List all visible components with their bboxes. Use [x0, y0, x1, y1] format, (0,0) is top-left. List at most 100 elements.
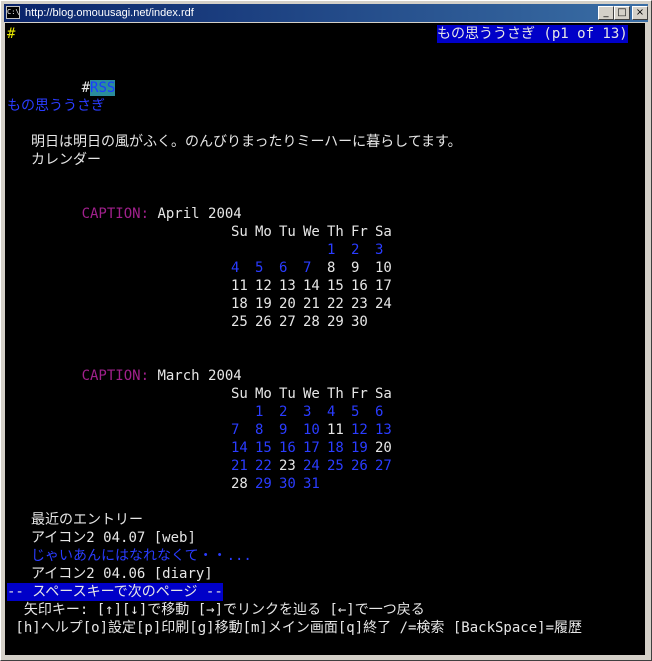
calendar-week-row: 11 12 13 14 15 16 17 [231, 277, 399, 295]
calendar-day-link[interactable]: 13 [375, 421, 399, 439]
weekday-label: We [303, 224, 320, 240]
calendar-day-link[interactable]: 9 [279, 421, 303, 439]
calendar-march: Su Mo Tu We Th Fr Sa 1 2 3 4 5 6 7 8 9 10 11 12 13 14 15 16 17… [231, 385, 399, 493]
calendar-empty-cell [303, 241, 327, 259]
calendar-day-link[interactable]: 4 [231, 259, 255, 277]
calendar-day: 13 [279, 278, 296, 294]
weekday-label: Tu [279, 224, 296, 240]
calendar-week-row: 25 26 27 28 29 30 [231, 313, 399, 331]
caption-label: CAPTION: [81, 206, 150, 222]
calendar-day-link[interactable]: 26 [351, 457, 375, 475]
calendar-week-row: 28 29 30 31 [231, 475, 399, 493]
rss-line: #RSS [31, 61, 116, 96]
calendar-day-link[interactable]: 24 [303, 457, 327, 475]
calendar-day: 27 [279, 314, 296, 330]
weekday-label: Su [231, 386, 248, 402]
calendar-day-link[interactable]: 12 [351, 421, 375, 439]
weekday-label: We [303, 386, 320, 402]
calendar-empty-cell [327, 475, 351, 493]
calendar-day-link[interactable]: 17 [303, 439, 327, 457]
calendar-week-row: 18 19 20 21 22 23 24 [231, 295, 399, 313]
weekday-label: Mo [255, 386, 272, 402]
weekday-label: Th [327, 224, 344, 240]
calendar-day-link[interactable]: 22 [255, 457, 279, 475]
calendar-day-link[interactable]: 5 [255, 259, 279, 277]
calendar-day-link[interactable]: 25 [327, 457, 351, 475]
calendar-week-row: 7 8 9 10 11 12 13 [231, 421, 399, 439]
calendar-day: 20 [375, 440, 392, 456]
calendar-day-link[interactable]: 3 [375, 241, 399, 259]
calendar-day-link[interactable]: 8 [255, 421, 279, 439]
weekday-label: Fr [351, 224, 368, 240]
calendar-day: 14 [303, 278, 320, 294]
calendar-day-link[interactable]: 10 [303, 421, 327, 439]
calendar-day-link[interactable]: 1 [255, 403, 279, 421]
weekday-label: Fr [351, 386, 368, 402]
calendar-day: 8 [327, 260, 336, 276]
calendar-week-row: 123456 [231, 403, 399, 421]
entry-item: アイコン2 04.07 [web] [31, 530, 196, 546]
entry-item: アイコン2 04.06 [diary] [31, 566, 213, 582]
header-mark: # [7, 26, 16, 42]
calendar-header-row: Su Mo Tu We Th Fr Sa [231, 385, 399, 403]
calendar-day: 17 [375, 278, 392, 294]
calendar-empty-cell [231, 403, 255, 421]
caption-label: CAPTION: [81, 368, 150, 384]
calendar-day-link[interactable]: 1 [327, 241, 351, 259]
calendar-day-link[interactable]: 16 [279, 439, 303, 457]
calendar-week-row: 123 [231, 241, 399, 259]
calendar-day-link[interactable]: 3 [303, 403, 327, 421]
calendar-day-link[interactable]: 21 [231, 457, 255, 475]
calendar-day: 16 [351, 278, 368, 294]
weekday-label: Tu [279, 386, 296, 402]
weekday-label: Su [231, 224, 248, 240]
calendar-empty-cell [351, 475, 375, 493]
calendar-day: 20 [279, 296, 296, 312]
calendar-day: 23 [279, 458, 296, 474]
calendar-day: 23 [351, 296, 368, 312]
calendar-day-link[interactable]: 2 [351, 241, 375, 259]
calendar-day-link[interactable]: 19 [351, 439, 375, 457]
calendar-day-link[interactable]: 6 [375, 403, 399, 421]
help-line-1: 矢印キー: [↑][↓]で移動 [→]でリンクを辿る [←]で一つ戻る [7, 602, 425, 618]
site-link[interactable]: もの思ううさぎ [7, 97, 105, 115]
calendar-day-link[interactable]: 15 [255, 439, 279, 457]
caption-month: April 2004 [157, 206, 242, 222]
console-icon[interactable]: C:\ [6, 6, 20, 19]
maximize-button[interactable]: □ [614, 6, 630, 20]
calendar-day-link[interactable]: 7 [231, 421, 255, 439]
intro-text: 明日は明日の風がふく。のんびりまったりミーハーに暮らしてます。 [31, 134, 462, 150]
calendar-week-row: 4 5 6 7 8 9 10 [231, 259, 399, 277]
calendar-day-link[interactable]: 27 [375, 457, 399, 475]
calendar-empty-cell [375, 475, 399, 493]
rss-link[interactable]: RSS [90, 80, 116, 96]
calendar-day: 28 [303, 314, 320, 330]
calendar-heading: カレンダー [31, 152, 101, 168]
calendar-day-link[interactable]: 6 [279, 259, 303, 277]
calendar-empty-cell [279, 241, 303, 259]
calendar-day-link[interactable]: 31 [303, 475, 327, 493]
close-button[interactable]: × [632, 6, 648, 20]
next-page-prompt: -- スペースキーで次のページ -- [7, 583, 223, 601]
calendar-day-link[interactable]: 7 [303, 259, 327, 277]
calendar-day-link[interactable]: 29 [255, 475, 279, 493]
title-bar[interactable]: C:\ http://blog.omouusagi.net/index.rdf … [4, 4, 648, 22]
calendar-empty-cell [375, 313, 399, 331]
calendar-day-link[interactable]: 2 [279, 403, 303, 421]
calendar-day-link[interactable]: 30 [279, 475, 303, 493]
weekday-label: Mo [255, 224, 272, 240]
calendar-day-link[interactable]: 4 [327, 403, 351, 421]
calendar-day: 11 [231, 278, 248, 294]
calendar-empty-cell [231, 241, 255, 259]
weekday-label: Sa [375, 224, 392, 240]
calendar-day-link[interactable]: 5 [351, 403, 375, 421]
minimize-button[interactable]: _ [598, 6, 614, 20]
calendar-day-link[interactable]: 18 [327, 439, 351, 457]
calendar-day-link[interactable]: 14 [231, 439, 255, 457]
calendar-day: 11 [327, 422, 344, 438]
calendar-caption: CAPTION: March 2004 [31, 349, 242, 384]
entry-link[interactable]: じゃいあんにはなれなくて・・... [31, 547, 252, 565]
calendar-week-row: 14 15 16 17 18 19 20 [231, 439, 399, 457]
terminal-screen[interactable]: # もの思ううさぎ (p1 of 13) #RSS もの思ううさぎ 明日は明日の… [5, 23, 645, 655]
help-line-2: [h]ヘルプ[o]設定[p]印刷[g]移動[m]メイン画面[q]終了 /=検索 … [7, 620, 583, 636]
